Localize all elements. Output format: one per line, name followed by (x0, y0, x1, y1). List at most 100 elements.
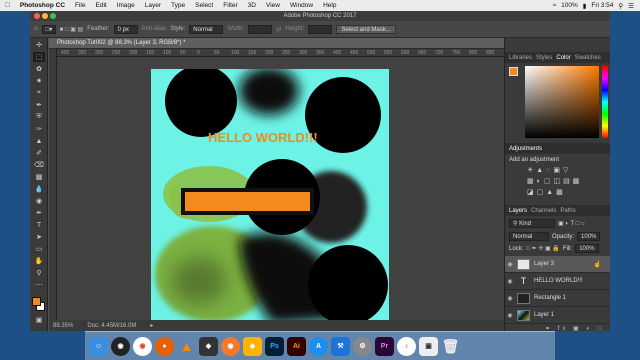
siri-icon[interactable]: ◉ (111, 336, 130, 356)
opacity-input[interactable]: 100% (577, 232, 601, 241)
status-arrow-icon[interactable]: ▸ (150, 322, 153, 329)
style-select[interactable]: Normal (189, 24, 224, 34)
select-and-mask-button[interactable]: Select and Mask... (336, 24, 396, 34)
preview-icon[interactable]: ▣ (419, 336, 438, 356)
layer-row-layer-1[interactable]: ◉ Layer 1 (505, 307, 610, 324)
app-menu[interactable]: Photoshop CC (15, 2, 70, 9)
chrome-icon[interactable]: ◉ (133, 336, 152, 356)
height-input[interactable] (308, 24, 333, 34)
close-window-button[interactable] (34, 13, 40, 19)
menu-image[interactable]: Image (112, 2, 140, 9)
healing-brush-tool-icon[interactable]: ⛨ (33, 112, 45, 122)
layer-name[interactable]: Layer 3 (534, 261, 554, 267)
sketch-icon[interactable]: ◆ (243, 336, 262, 356)
illustrator-icon[interactable]: Ai (287, 336, 306, 356)
pen-tool-icon[interactable]: ✒ (33, 208, 45, 218)
foreground-color-swatch[interactable] (32, 297, 41, 306)
menu-help[interactable]: Help (318, 2, 341, 9)
visibility-eye-icon[interactable]: ◉ (505, 295, 515, 302)
layer-name[interactable]: Rectangle 1 (534, 295, 566, 301)
menu-edit[interactable]: Edit (91, 2, 112, 9)
adjustments-title[interactable]: Adjustments (509, 146, 542, 152)
music-icon[interactable]: ♪ (397, 336, 416, 356)
layer-row-layer-3[interactable]: ◉ Layer 3 ☝ (505, 256, 610, 273)
tab-libraries[interactable]: Libraries (509, 55, 532, 61)
layer-name[interactable]: Layer 1 (534, 312, 554, 318)
tab-channels[interactable]: Channels (531, 208, 556, 214)
dodge-tool-icon[interactable]: ◉ (33, 196, 45, 206)
notification-center-icon[interactable]: ☰ (628, 2, 634, 10)
finder-icon[interactable]: ☺ (89, 336, 108, 356)
menu-view[interactable]: View (261, 2, 285, 9)
layer-filter-icons[interactable]: ▣ ◐ T □ ○ (558, 220, 585, 227)
trash-icon[interactable]: 🗑 (441, 337, 460, 356)
vertical-ruler[interactable] (49, 49, 57, 320)
gradient-tool-icon[interactable]: ▩ (33, 172, 45, 182)
system-preferences-icon[interactable]: ⚙ (353, 336, 372, 356)
search-icon[interactable]: ⚲ (618, 2, 623, 10)
antialias-checkbox-label[interactable]: Anti-alias (142, 26, 167, 32)
menu-select[interactable]: Select (190, 2, 218, 9)
tab-paths[interactable]: Paths (560, 208, 575, 214)
selection-mode-icons[interactable]: ■ □ ▣ ▤ (60, 26, 84, 33)
clone-stamp-tool-icon[interactable]: ▲ (33, 136, 45, 146)
tab-layers[interactable]: Layers (509, 208, 527, 214)
horizontal-ruler[interactable]: 400 350 300 250 200 150 100 50 0 50 100 150 200 250 30… (57, 49, 504, 57)
feather-input[interactable]: 0 px (113, 24, 138, 34)
home-icon[interactable]: ⌂ (34, 26, 38, 32)
type-tool-icon[interactable]: T (33, 220, 45, 230)
menu-window[interactable]: Window (285, 2, 318, 9)
menu-3d[interactable]: 3D (243, 2, 261, 9)
blend-mode-select[interactable]: Normal (509, 232, 549, 241)
battery-icon[interactable]: ▮ (583, 2, 587, 10)
hand-tool-icon[interactable]: ✋ (33, 256, 45, 266)
crop-tool-icon[interactable]: ⌖ (33, 88, 45, 98)
canvas-area[interactable]: HELLO WORLD!!! (57, 57, 504, 320)
adjustment-icons-row-1[interactable]: ☀▲◌▣▽ (527, 166, 571, 174)
minimize-window-button[interactable] (42, 13, 48, 19)
more-tools-icon[interactable]: ⋯ (33, 280, 45, 290)
path-selection-tool-icon[interactable]: ➤ (33, 232, 45, 242)
xcode-icon[interactable]: ⚒ (331, 336, 350, 356)
clock[interactable]: Fri 3:54 (591, 2, 613, 9)
color-field[interactable] (525, 66, 599, 138)
apple-menu-icon[interactable]:  (0, 2, 15, 9)
lasso-tool-icon[interactable]: ✿ (33, 64, 45, 74)
swap-icon[interactable]: ⇄ (276, 26, 281, 33)
app-store-icon[interactable]: A (309, 336, 328, 356)
tab-swatches[interactable]: Swatches (575, 55, 601, 61)
kind-filter-select[interactable]: ⚲ Kind (509, 219, 555, 228)
menu-type[interactable]: Type (166, 2, 190, 9)
width-input[interactable] (248, 24, 273, 34)
marquee-tool-preset[interactable]: □▾ (41, 24, 56, 34)
brush-tool-icon[interactable]: ✑ (33, 124, 45, 134)
eyedropper-tool-icon[interactable]: ✒ (33, 100, 45, 110)
zoom-tool-icon[interactable]: ⚲ (33, 268, 45, 278)
layer-name[interactable]: HELLO WORLD!!! (534, 278, 583, 284)
blender-icon[interactable]: ◉ (221, 336, 240, 356)
zoom-window-button[interactable] (50, 13, 56, 19)
hue-slider[interactable] (602, 66, 608, 138)
visibility-eye-icon[interactable]: ◉ (505, 278, 515, 285)
rectangle-tool-icon[interactable]: ▭ (33, 244, 45, 254)
adjustment-icons-row-2[interactable]: ▦◐▢◫▤▩ (527, 177, 582, 185)
vlc-icon[interactable]: ▲ (177, 337, 196, 356)
document-tab[interactable]: Photoshop Tut002 @ 88.3% (Layer 3, RGB/8… (49, 38, 504, 49)
menu-filter[interactable]: Filter (218, 2, 242, 9)
visibility-eye-icon[interactable]: ◉ (505, 261, 515, 268)
doc-info[interactable]: Doc: 4.45M/16.0M (87, 323, 136, 329)
menu-layer[interactable]: Layer (140, 2, 166, 9)
menu-file[interactable]: File (70, 2, 90, 9)
tab-styles[interactable]: Styles (536, 55, 552, 61)
visibility-eye-icon[interactable]: ◉ (505, 312, 515, 319)
unity-icon[interactable]: ◆ (199, 336, 218, 356)
layer-row-hello-world[interactable]: ◉ T HELLO WORLD!!! (505, 273, 610, 290)
lock-icons[interactable]: □ ✒ ✢ ▣ 🔒 (526, 245, 560, 252)
marquee-tool-icon[interactable]: ⬚ (33, 52, 45, 62)
premiere-icon[interactable]: Pr (375, 336, 394, 356)
quick-mask-icon[interactable]: ▣ (33, 315, 45, 325)
adjustment-icons-row-3[interactable]: ◪▢▲▩ (527, 188, 566, 196)
tab-color[interactable]: Color (556, 55, 570, 61)
firefox-icon[interactable]: ● (155, 336, 174, 356)
eraser-tool-icon[interactable]: ⌫ (33, 160, 45, 170)
